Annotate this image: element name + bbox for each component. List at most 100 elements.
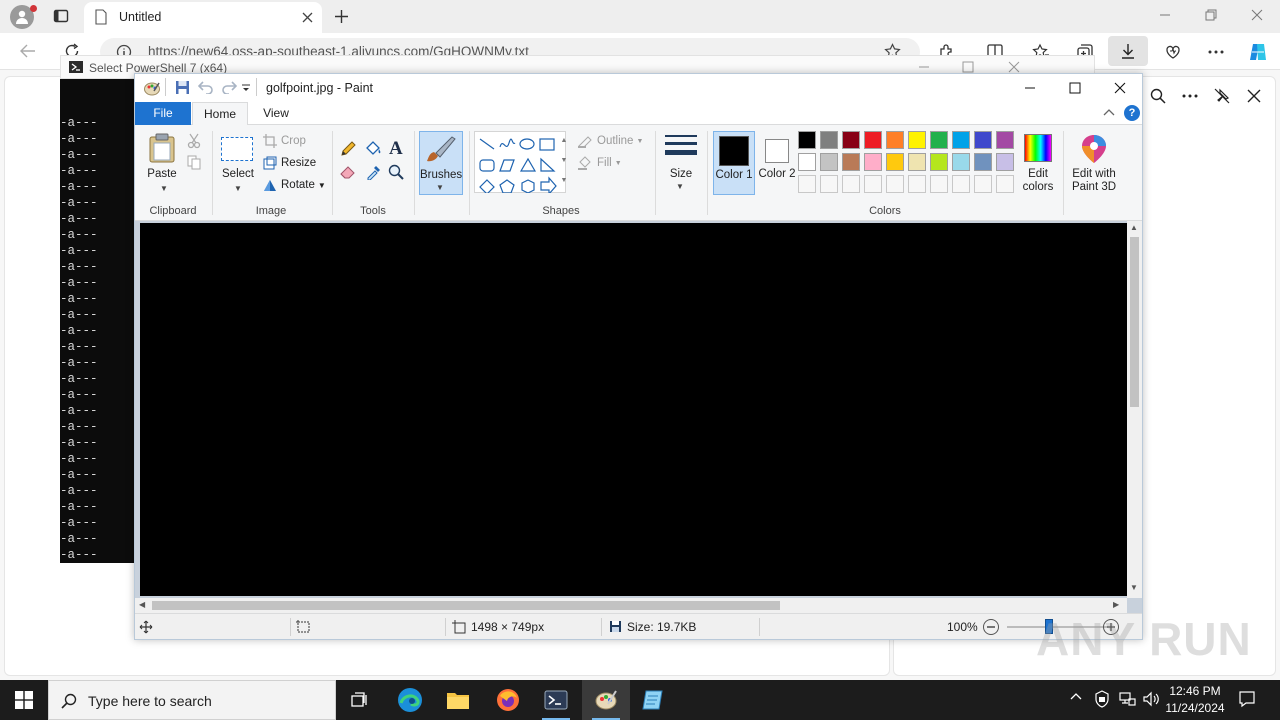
scroll-left-icon[interactable]: ◀ xyxy=(139,600,145,609)
browser-essentials-icon[interactable] xyxy=(1162,42,1184,62)
edit-with-paint3d-button[interactable]: Edit with Paint 3D xyxy=(1067,131,1121,195)
taskbar-firefox[interactable] xyxy=(484,680,532,720)
close-tab-icon[interactable] xyxy=(300,10,314,24)
palette-swatch[interactable] xyxy=(930,131,948,149)
palette-swatch[interactable] xyxy=(820,131,838,149)
paint-maximize-icon[interactable] xyxy=(1068,81,1082,95)
zoom-out-icon[interactable] xyxy=(983,619,999,635)
notifications-icon[interactable] xyxy=(1238,690,1256,708)
custom-color-slot[interactable] xyxy=(908,175,926,193)
palette-swatch[interactable] xyxy=(842,153,860,171)
side-panel-search-icon[interactable] xyxy=(1148,86,1168,106)
palette-swatch[interactable] xyxy=(996,131,1014,149)
custom-color-slot[interactable] xyxy=(842,175,860,193)
palette-swatch[interactable] xyxy=(864,131,882,149)
text-tool-icon[interactable]: A xyxy=(389,138,403,160)
browser-restore-icon[interactable] xyxy=(1204,8,1218,22)
palette-swatch[interactable] xyxy=(798,131,816,149)
eraser-icon[interactable] xyxy=(340,165,356,179)
outline-button[interactable]: Outline ▼ xyxy=(577,132,643,150)
palette-swatch[interactable] xyxy=(864,153,882,171)
custom-color-slot[interactable] xyxy=(952,175,970,193)
custom-color-slot[interactable] xyxy=(864,175,882,193)
taskbar-edge[interactable] xyxy=(386,680,434,720)
custom-color-slot[interactable] xyxy=(798,175,816,193)
tab-actions-icon[interactable] xyxy=(52,7,70,25)
image-canvas[interactable] xyxy=(140,223,1127,596)
paint-titlebar[interactable]: golfpoint.jpg - Paint xyxy=(135,74,1142,102)
paint-close-icon[interactable] xyxy=(1113,81,1127,95)
task-view-button[interactable] xyxy=(336,680,384,720)
custom-color-slot[interactable] xyxy=(996,175,1014,193)
cut-icon[interactable] xyxy=(187,133,201,149)
custom-color-slot[interactable] xyxy=(974,175,992,193)
browser-minimize-icon[interactable] xyxy=(1158,8,1172,22)
horizontal-scroll-thumb[interactable] xyxy=(152,601,780,610)
powershell-console[interactable]: -a--- -a--- -a--- -a--- -a--- -a--- -a--- -a---… xyxy=(60,79,135,563)
size-button[interactable]: Size ▼ xyxy=(660,131,702,195)
customize-quick-access-icon[interactable] xyxy=(241,83,251,93)
tab-home[interactable]: Home xyxy=(192,102,248,126)
crop-button[interactable]: Crop xyxy=(263,132,306,150)
palette-swatch[interactable] xyxy=(908,131,926,149)
tab-view[interactable]: View xyxy=(251,102,301,125)
palette-swatch[interactable] xyxy=(952,153,970,171)
resize-button[interactable]: Resize xyxy=(263,154,316,172)
browser-tab-active[interactable]: Untitled xyxy=(84,2,322,33)
palette-swatch[interactable] xyxy=(798,153,816,171)
palette-swatch[interactable] xyxy=(974,153,992,171)
palette-swatch[interactable] xyxy=(974,131,992,149)
side-panel-close-icon[interactable] xyxy=(1244,86,1264,106)
copilot-icon[interactable] xyxy=(1246,40,1270,64)
palette-swatch[interactable] xyxy=(952,131,970,149)
unpin-icon[interactable] xyxy=(1212,86,1232,106)
help-icon[interactable]: ? xyxy=(1124,105,1140,121)
color-picker-icon[interactable] xyxy=(366,164,382,180)
color2-button[interactable]: Color 2 xyxy=(757,131,797,195)
magnifier-icon[interactable] xyxy=(388,164,404,180)
edit-colors-button[interactable]: Edit colors xyxy=(1019,131,1057,195)
taskbar-paint[interactable] xyxy=(582,680,630,720)
custom-color-slot[interactable] xyxy=(886,175,904,193)
vertical-scrollbar[interactable]: ▲ ▼ xyxy=(1127,221,1142,598)
browser-close-icon[interactable] xyxy=(1250,8,1264,22)
defender-icon[interactable] xyxy=(1094,690,1110,708)
taskbar-file-explorer[interactable] xyxy=(434,680,482,720)
rotate-button[interactable]: Rotate ▼ xyxy=(263,176,326,194)
volume-icon[interactable] xyxy=(1142,690,1160,708)
palette-swatch[interactable] xyxy=(996,153,1014,171)
palette-swatch[interactable] xyxy=(842,131,860,149)
palette-swatch[interactable] xyxy=(820,153,838,171)
copy-icon[interactable] xyxy=(187,155,201,170)
scroll-up-icon[interactable]: ▲ xyxy=(1130,223,1138,232)
taskbar-search-box[interactable]: Type here to search xyxy=(48,680,336,720)
pencil-icon[interactable] xyxy=(340,141,356,157)
ps-maximize-icon[interactable] xyxy=(961,60,975,74)
taskbar-powershell[interactable] xyxy=(532,680,580,720)
paste-button[interactable]: Paste ▼ xyxy=(139,131,185,193)
save-icon[interactable] xyxy=(175,80,190,95)
fill-bucket-icon[interactable] xyxy=(364,141,382,157)
taskbar-notepad[interactable] xyxy=(630,680,678,720)
custom-color-slot[interactable] xyxy=(820,175,838,193)
brushes-button[interactable]: Brushes ▼ xyxy=(419,131,463,195)
scroll-down-icon[interactable]: ▼ xyxy=(1130,583,1138,592)
ps-minimize-icon[interactable] xyxy=(917,60,931,74)
palette-swatch[interactable] xyxy=(886,131,904,149)
redo-icon[interactable] xyxy=(221,80,237,94)
color1-button[interactable]: Color 1 xyxy=(713,131,755,195)
tab-file[interactable]: File xyxy=(135,102,191,125)
start-button[interactable] xyxy=(0,680,48,720)
paint-minimize-icon[interactable] xyxy=(1023,81,1037,95)
palette-swatch[interactable] xyxy=(930,153,948,171)
shapes-gallery-scroll[interactable]: ▲ ▼ ▼ xyxy=(559,131,569,193)
side-panel-more-icon[interactable] xyxy=(1180,86,1200,106)
show-hidden-icons-icon[interactable] xyxy=(1070,692,1082,700)
scroll-right-icon[interactable]: ▶ xyxy=(1113,600,1119,609)
shapes-gallery[interactable] xyxy=(474,131,566,193)
more-options-icon[interactable] xyxy=(1206,42,1226,62)
fill-button[interactable]: Fill ▼ xyxy=(577,154,622,172)
custom-color-slot[interactable] xyxy=(930,175,948,193)
horizontal-scrollbar[interactable]: ◀ ▶ xyxy=(135,598,1127,613)
vertical-scroll-thumb[interactable] xyxy=(1130,237,1139,407)
